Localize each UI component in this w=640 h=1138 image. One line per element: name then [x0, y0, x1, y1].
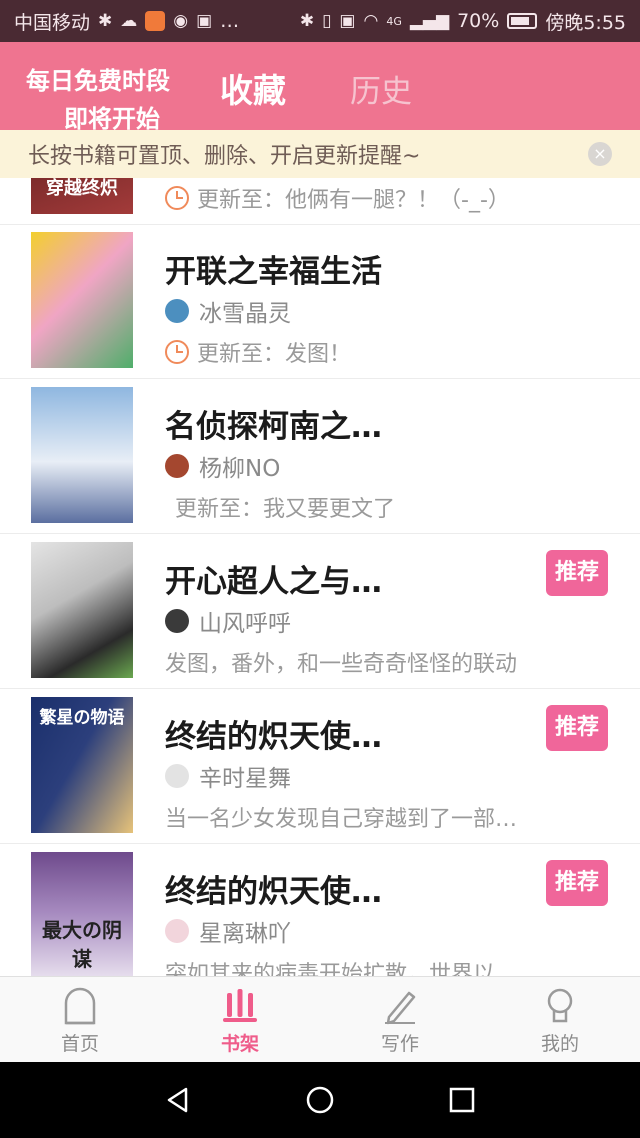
book-update: 更新至：发图！	[165, 336, 351, 368]
book-cover	[31, 232, 133, 368]
home-icon	[64, 987, 96, 1025]
update-text: 突如其来的病毒开始扩散，世界以…	[165, 962, 518, 976]
recommend-badge: 推荐	[546, 860, 608, 906]
close-icon[interactable]: ×	[588, 142, 612, 166]
tab-bookshelf[interactable]: 书架	[160, 977, 320, 1062]
cover-title: 穿越终炽	[46, 178, 118, 199]
music-app-icon: ◉	[173, 11, 189, 31]
update-text: 发图，番外，和一些奇奇怪怪的联动	[165, 652, 518, 677]
book-cover	[31, 387, 133, 523]
free-time-promo[interactable]: 每日免费时段 即将开始	[26, 62, 176, 138]
book-author: 杨柳NO	[165, 449, 280, 483]
bluetooth-app-icon: ✱	[98, 11, 113, 31]
book-row[interactable]: 开心超人之与… 山风呼呼 发图，番外，和一些奇奇怪怪的联动 推荐	[0, 534, 640, 689]
author-name: 杨柳NO	[199, 456, 281, 482]
author-avatar	[165, 609, 189, 633]
book-cover: 最大の阴谋	[31, 852, 133, 976]
pencil-icon	[385, 991, 416, 1025]
tab-profile[interactable]: 我的	[480, 977, 640, 1062]
tab-home[interactable]: 首页	[0, 977, 160, 1062]
network-type: 4G	[386, 14, 402, 28]
promo-line-1: 每日免费时段	[26, 67, 170, 95]
book-title: 开心超人之与…	[165, 564, 382, 600]
book-cover	[31, 542, 133, 678]
book-row[interactable]: 开联之幸福生活 冰雪晶灵 更新至：发图！	[0, 224, 640, 379]
update-text: 更新至：他俩有一腿？！（-_-）	[197, 188, 510, 213]
book-author: 星离琳吖	[165, 914, 291, 948]
bookshelf-icon	[223, 989, 257, 1022]
wechat-icon: ☁	[120, 11, 138, 31]
book-update: 发图，番外，和一些奇奇怪怪的联动	[165, 646, 517, 678]
bookshelf-list[interactable]: 穿越终炽 更新至：他俩有一腿？！（-_-） 开联之幸福生活 冰雪晶灵 更新至：发…	[0, 178, 640, 976]
cover-title: 最大の阴谋	[42, 918, 122, 971]
carrier-label: 中国移动	[14, 11, 91, 34]
book-row[interactable]: 繁星の物语 终结的炽天使… 辛时星舞 当一名少女发现自己穿越到了一部… 推荐	[0, 689, 640, 844]
vibrate-icon: ▯	[322, 11, 332, 31]
book-update: 更新至：他俩有一腿？！（-_-）	[165, 182, 510, 214]
clock-time: 傍晚5:55	[545, 11, 626, 34]
author-avatar	[165, 454, 189, 478]
more-notifications: …	[220, 10, 240, 32]
message-app-icon: ▣	[196, 11, 213, 31]
book-author: 辛时星舞	[165, 759, 291, 793]
signal-icon: ▂▄▆	[409, 11, 450, 31]
book-title: 终结的炽天使…	[165, 719, 382, 755]
tab-write[interactable]: 写作	[320, 977, 480, 1062]
battery-icon	[507, 13, 538, 29]
author-avatar	[165, 299, 189, 323]
wifi-icon: ◠	[363, 11, 379, 31]
clock-icon	[165, 186, 189, 210]
hint-text: 长按书籍可置顶、删除、开启更新提醒~	[28, 144, 421, 169]
tab-history[interactable]: 历史	[350, 66, 412, 111]
author-avatar	[165, 764, 189, 788]
video-app-icon	[145, 11, 166, 31]
book-row[interactable]: 穿越终炽 更新至：他俩有一腿？！（-_-）	[0, 178, 640, 225]
tab-label: 书架	[220, 1033, 259, 1055]
update-text: 当一名少女发现自己穿越到了一部…	[165, 807, 518, 832]
recents-icon[interactable]	[448, 1086, 476, 1114]
book-update: 更新至：我又要更文了	[175, 491, 395, 523]
recommend-badge: 推荐	[546, 705, 608, 751]
book-cover: 穿越终炽	[31, 178, 133, 214]
author-name: 山风呼呼	[199, 611, 291, 637]
author-name: 辛时星舞	[199, 766, 291, 792]
update-text: 更新至：我又要更文了	[175, 497, 396, 522]
book-row[interactable]: 名侦探柯南之… 杨柳NO 更新至：我又要更文了	[0, 379, 640, 534]
back-icon[interactable]	[164, 1086, 192, 1114]
author-avatar	[165, 919, 189, 943]
status-bar: 中国移动 ✱ ☁ ◉ ▣ … ✱ ▯ ▣ ◠ 4G ▂▄▆ 70% 傍晚5:55	[0, 0, 640, 42]
home-button-icon[interactable]	[306, 1086, 334, 1114]
bluetooth-icon: ✱	[299, 11, 315, 31]
author-name: 冰雪晶灵	[199, 301, 291, 327]
book-row[interactable]: 最大の阴谋 终结的炽天使… 星离琳吖 突如其来的病毒开始扩散，世界以… 推荐	[0, 844, 640, 976]
book-update: 当一名少女发现自己穿越到了一部…	[165, 801, 517, 833]
book-author: 冰雪晶灵	[165, 294, 291, 328]
tab-favorites[interactable]: 收藏	[220, 64, 286, 112]
header: 每日免费时段 即将开始 收藏 历史	[0, 42, 640, 133]
battery-percent: 70%	[457, 10, 500, 32]
tab-label: 我的	[540, 1033, 579, 1055]
tab-label: 首页	[60, 1033, 99, 1055]
bottom-tab-bar: 首页 书架 写作 我的	[0, 976, 640, 1062]
update-text: 更新至：发图！	[197, 342, 352, 367]
user-icon	[547, 988, 573, 1023]
hd-icon: ▣	[339, 11, 356, 31]
book-update: 突如其来的病毒开始扩散，世界以…	[165, 956, 517, 976]
book-author: 山风呼呼	[165, 604, 291, 638]
tab-label: 写作	[380, 1033, 419, 1055]
book-title: 开联之幸福生活	[165, 254, 382, 290]
clock-icon	[165, 340, 189, 364]
cover-title: 繁星の物语	[39, 708, 125, 728]
navigation-bar	[0, 1062, 640, 1138]
book-title: 名侦探柯南之…	[165, 409, 382, 445]
author-name: 星离琳吖	[199, 921, 291, 947]
hint-banner: 长按书籍可置顶、删除、开启更新提醒~ ×	[0, 130, 640, 178]
book-cover: 繁星の物语	[31, 697, 133, 833]
recommend-badge: 推荐	[546, 550, 608, 596]
book-title: 终结的炽天使…	[165, 874, 382, 910]
